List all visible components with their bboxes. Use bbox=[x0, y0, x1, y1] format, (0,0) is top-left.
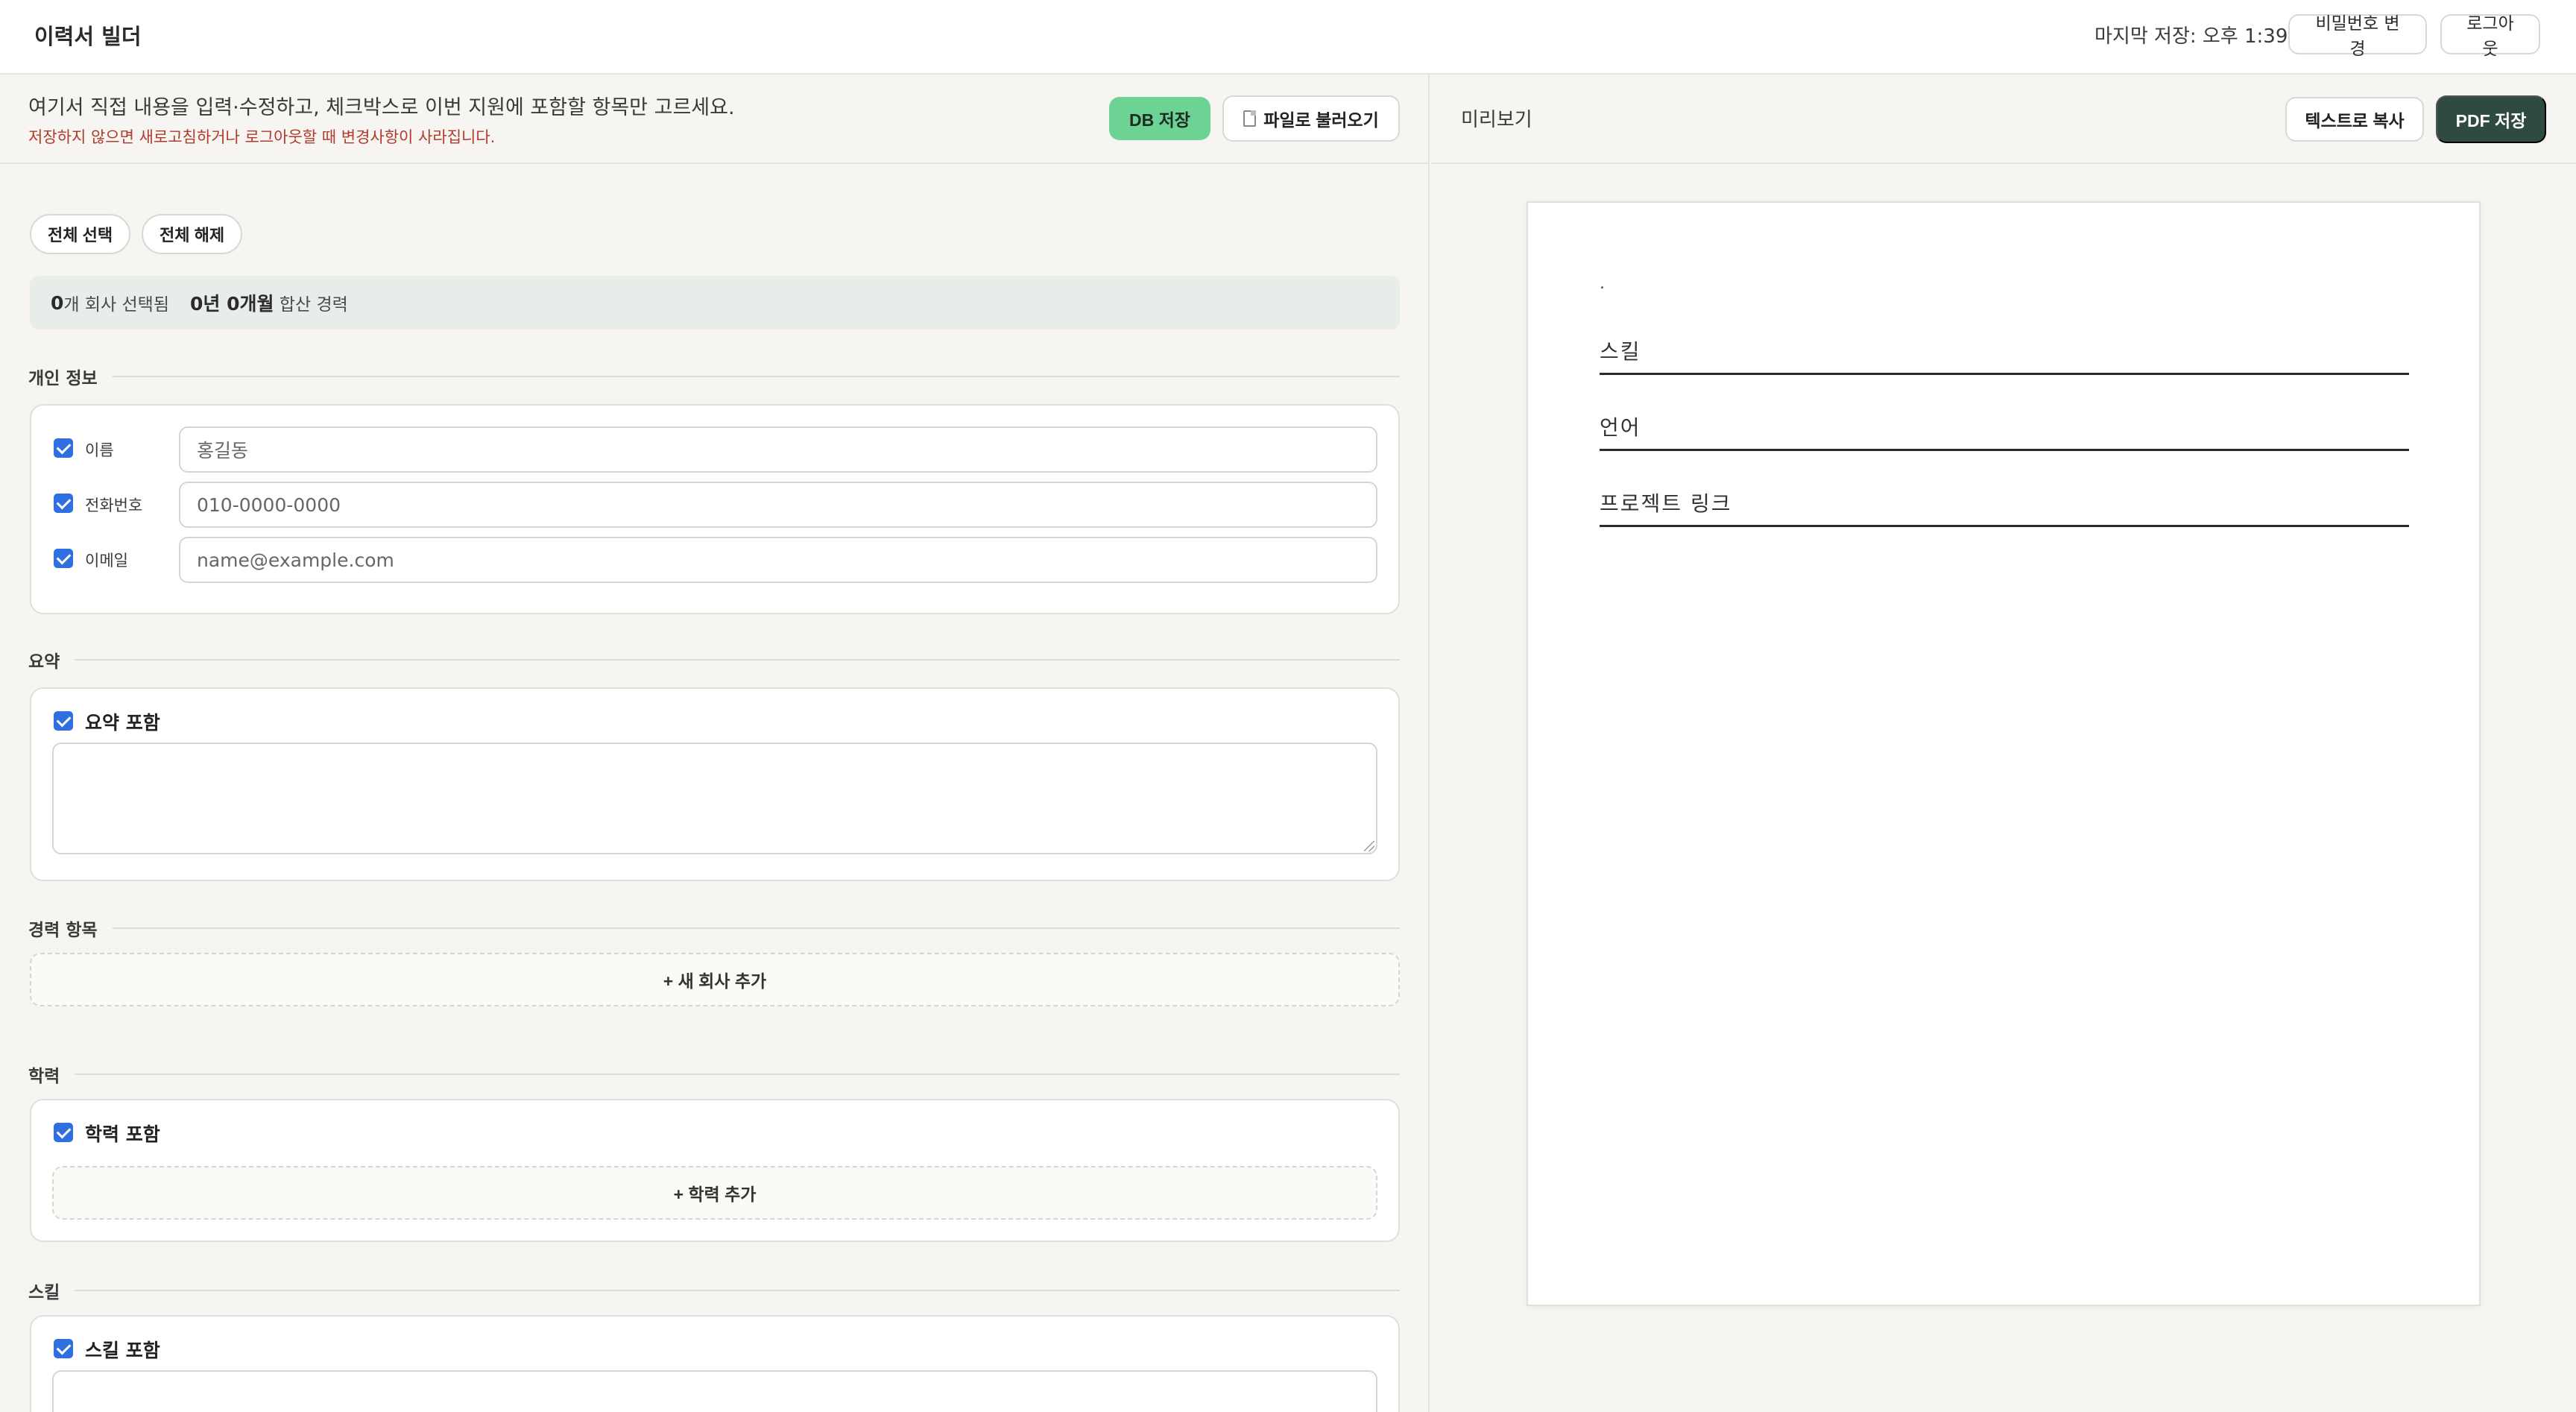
preview-header: 미리보기 텍스트로 복사 PDF 저장 bbox=[1431, 75, 2576, 164]
total-duration: 0년 0개월 bbox=[190, 293, 274, 315]
editor-intro-text: 여기서 직접 내용을 입력·수정하고, 체크박스로 이번 지원에 포함할 항목만… bbox=[28, 96, 735, 119]
last-saved-status: 마지막 저장: 오후 1:39 bbox=[2094, 25, 2288, 48]
pdf-save-button[interactable]: PDF 저장 bbox=[2436, 95, 2546, 143]
editor-header: 여기서 직접 내용을 입력·수정하고, 체크박스로 이번 지원에 포함할 항목만… bbox=[0, 75, 1428, 164]
resume-preview-page: . 스킬 언어 프로젝트 링크 bbox=[1527, 201, 2481, 1306]
name-checkbox[interactable] bbox=[54, 438, 73, 458]
preview-section-languages: 언어 bbox=[1600, 412, 2409, 451]
file-icon bbox=[1243, 110, 1257, 127]
email-input[interactable]: name@example.com bbox=[179, 537, 1377, 583]
skills-include-checkbox[interactable] bbox=[54, 1339, 73, 1358]
summary-textarea[interactable] bbox=[52, 743, 1377, 854]
education-card: 학력 포함 + 학력 추가 bbox=[30, 1099, 1400, 1242]
preview-section-skills: 스킬 bbox=[1600, 335, 2409, 375]
resize-handle-icon[interactable] bbox=[1364, 841, 1374, 851]
section-personal-label: 개인 정보 bbox=[28, 369, 98, 388]
section-summary-label: 요약 bbox=[28, 652, 60, 672]
education-include-label: 학력 포함 bbox=[85, 1123, 160, 1145]
add-company-button[interactable]: + 새 회사 추가 bbox=[30, 953, 1400, 1006]
app-title: 이력서 빌더 bbox=[34, 24, 142, 49]
section-education-title: 학력 bbox=[28, 1062, 1400, 1087]
preview-name: . bbox=[1600, 274, 1605, 293]
phone-input[interactable]: 010-0000-0000 bbox=[179, 482, 1377, 528]
selection-summary: 0 개 회사 선택됨 0년 0개월 합산 경력 bbox=[30, 276, 1400, 330]
load-file-button[interactable]: 파일로 불러오기 bbox=[1222, 95, 1400, 142]
phone-label: 전화번호 bbox=[85, 497, 143, 514]
section-experience-label: 경력 항목 bbox=[28, 921, 98, 940]
summary-card: 요약 포함 bbox=[30, 687, 1400, 881]
deselect-all-button[interactable]: 전체 해제 bbox=[142, 214, 243, 254]
section-education-label: 학력 bbox=[28, 1067, 60, 1086]
company-count: 0 bbox=[51, 291, 64, 314]
logout-button[interactable]: 로그아웃 bbox=[2440, 14, 2540, 59]
section-skills-title: 스킬 bbox=[28, 1278, 1400, 1303]
education-include-checkbox[interactable] bbox=[54, 1123, 73, 1142]
skills-textarea[interactable] bbox=[52, 1370, 1377, 1412]
preview-section-project-links: 프로젝트 링크 bbox=[1600, 488, 2409, 527]
section-skills-label: 스킬 bbox=[28, 1283, 60, 1302]
summary-include-label: 요약 포함 bbox=[85, 712, 160, 734]
email-label: 이메일 bbox=[85, 552, 128, 570]
personal-info-card: 이름 홍길동 전화번호 010-0000-0000 이메일 name@examp… bbox=[30, 404, 1400, 614]
phone-checkbox[interactable] bbox=[54, 494, 73, 513]
section-experience-title: 경력 항목 bbox=[28, 915, 1400, 941]
company-count-suffix: 개 회사 선택됨 bbox=[63, 295, 169, 315]
load-file-label: 파일로 불러오기 bbox=[1263, 110, 1379, 130]
select-all-button[interactable]: 전체 선택 bbox=[30, 214, 131, 254]
change-password-button[interactable]: 비밀번호 변경 bbox=[2288, 14, 2427, 59]
name-input[interactable]: 홍길동 bbox=[179, 426, 1377, 473]
skills-include-label: 스킬 포함 bbox=[85, 1340, 160, 1361]
editor-panel: 여기서 직접 내용을 입력·수정하고, 체크박스로 이번 지원에 포함할 항목만… bbox=[0, 75, 1430, 1412]
add-education-button[interactable]: + 학력 추가 bbox=[52, 1166, 1377, 1220]
skills-card: 스킬 포함 bbox=[30, 1315, 1400, 1412]
name-label: 이름 bbox=[85, 441, 114, 459]
section-personal-title: 개인 정보 bbox=[28, 364, 1400, 389]
preview-title: 미리보기 bbox=[1461, 109, 1532, 131]
email-checkbox[interactable] bbox=[54, 549, 73, 568]
unsaved-warning: 저장하지 않으면 새로고침하거나 로그아웃할 때 변경사항이 사라집니다. bbox=[28, 128, 496, 146]
db-save-button[interactable]: DB 저장 bbox=[1109, 97, 1210, 140]
summary-include-checkbox[interactable] bbox=[54, 711, 73, 731]
section-summary-title: 요약 bbox=[28, 647, 1400, 672]
total-duration-suffix: 합산 경력 bbox=[274, 295, 348, 315]
copy-text-button[interactable]: 텍스트로 복사 bbox=[2285, 97, 2424, 142]
preview-panel: 미리보기 텍스트로 복사 PDF 저장 . 스킬 언어 프로젝트 링크 bbox=[1431, 75, 2576, 1412]
top-bar: 이력서 빌더 마지막 저장: 오후 1:39 비밀번호 변경 로그아웃 bbox=[0, 0, 2576, 75]
